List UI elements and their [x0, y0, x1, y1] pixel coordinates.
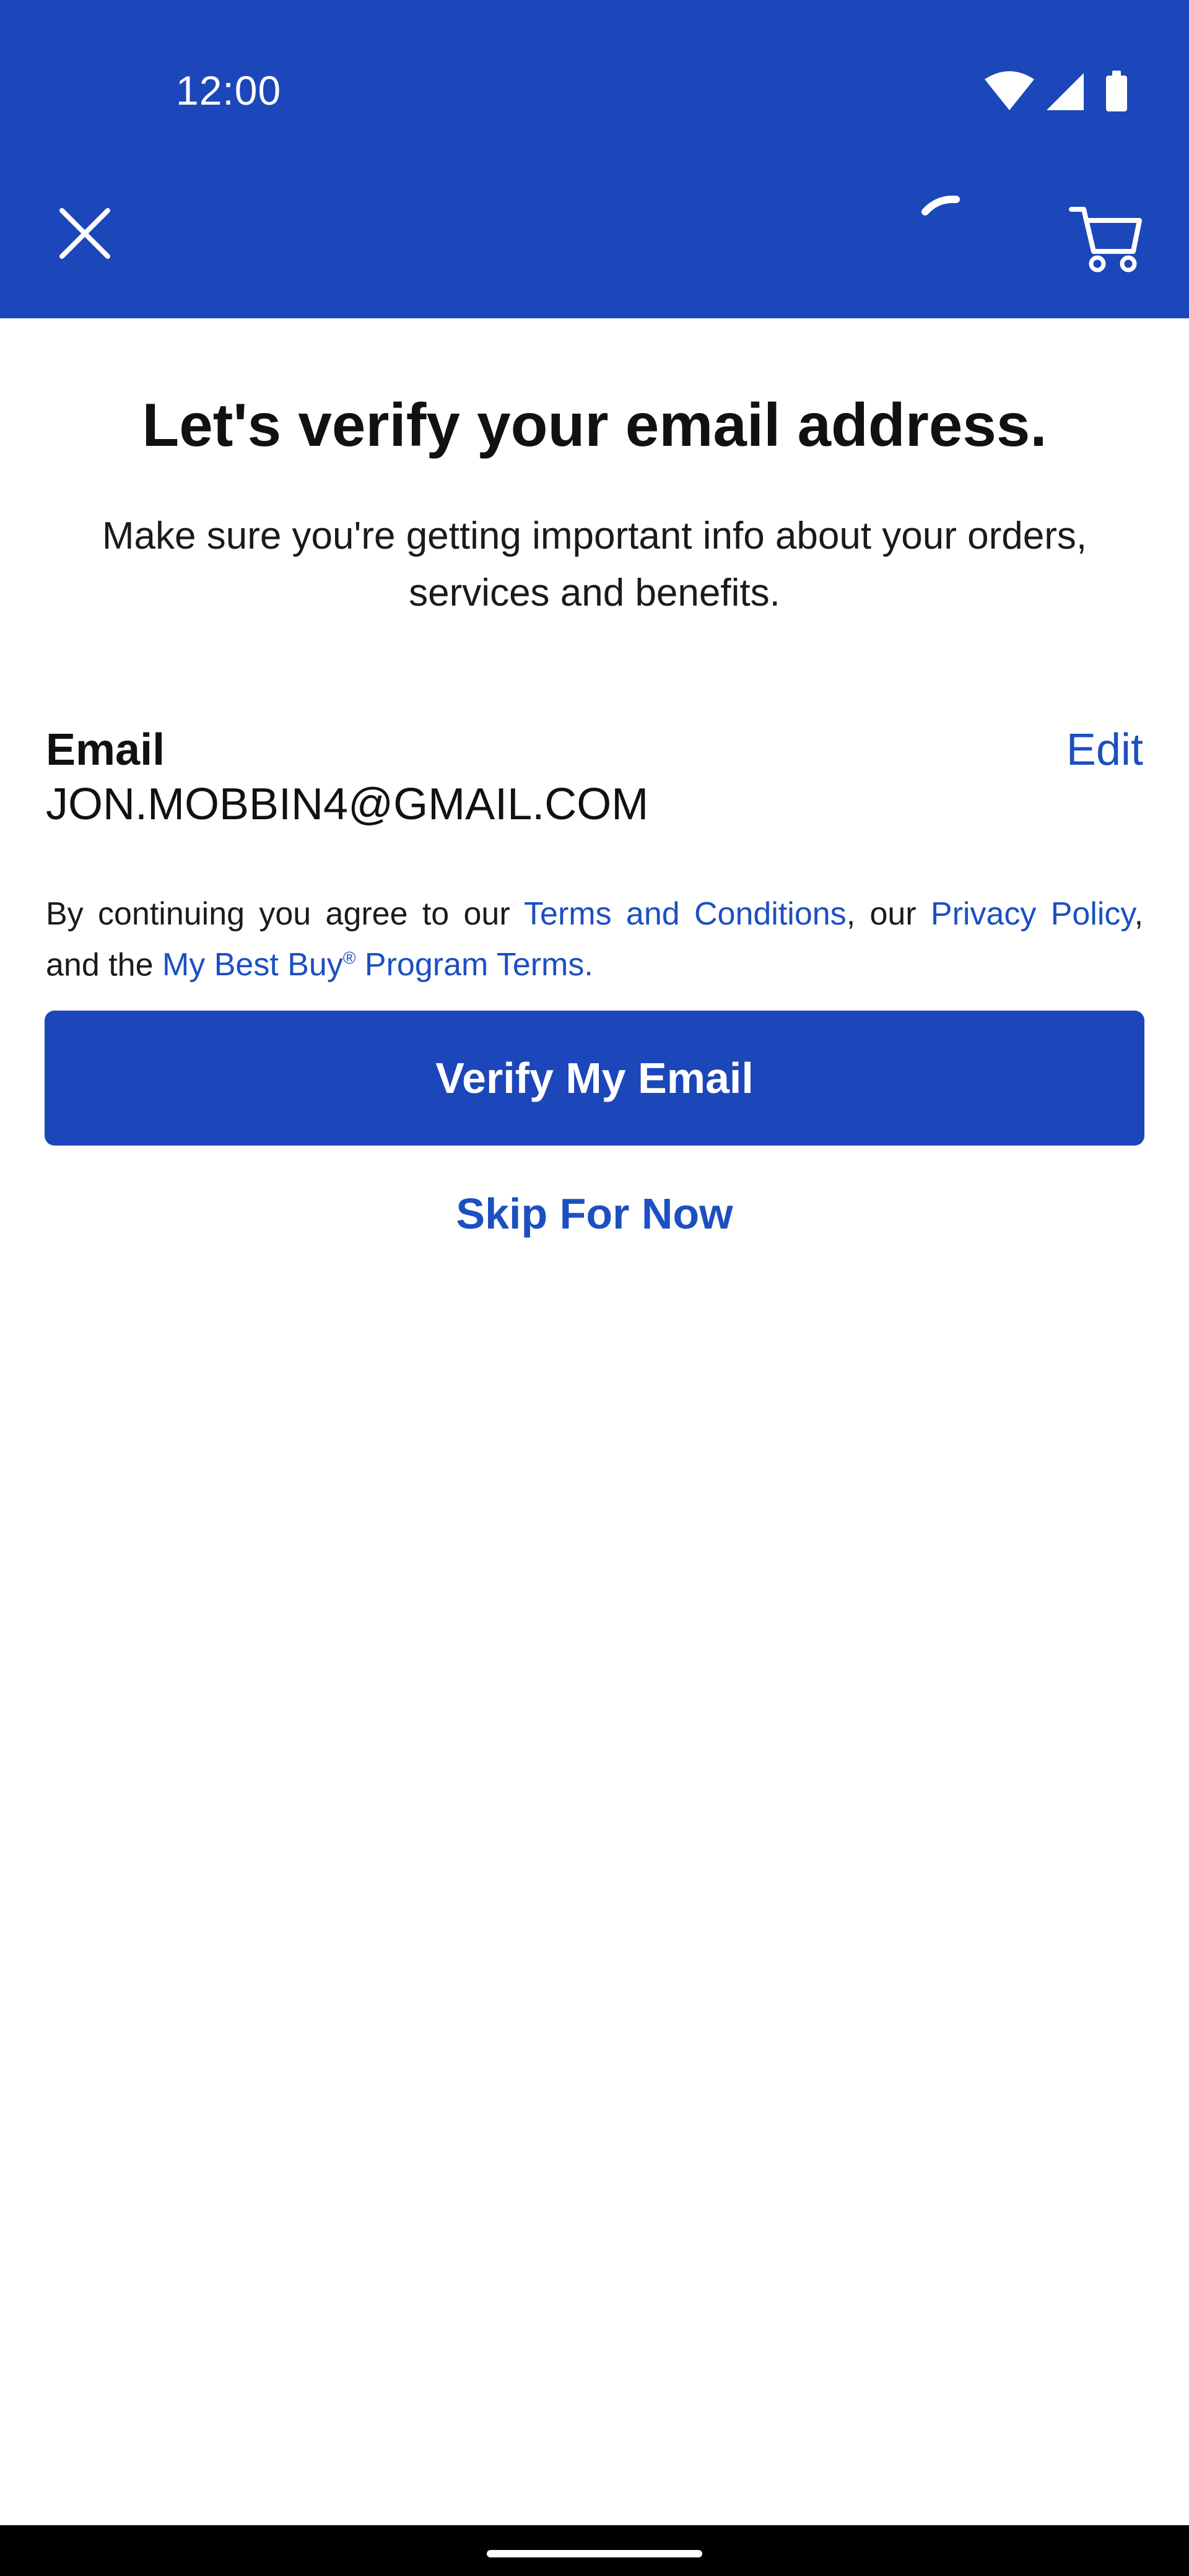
- page-subtitle: Make sure you're getting important info …: [102, 515, 1087, 614]
- signal-icon: [1047, 73, 1084, 110]
- skip-for-now-button[interactable]: Skip For Now: [0, 1189, 1189, 1251]
- loading-spinner-icon: [921, 195, 960, 215]
- email-value: JON.MOBBIN4@GMAIL.COM: [46, 780, 649, 829]
- legal-prefix: By continuing you agree to our: [46, 896, 525, 932]
- verify-email-button[interactable]: Verify My Email: [45, 1011, 1144, 1146]
- page-title: Let's verify your email address.: [142, 391, 1047, 459]
- battery-icon: [1106, 71, 1127, 111]
- program-link-suffix: Program Terms.: [355, 947, 593, 983]
- program-terms-link[interactable]: My Best Buy® Program Terms.: [162, 947, 593, 983]
- program-link-prefix: My Best Buy: [162, 947, 343, 983]
- registered-mark: ®: [342, 949, 356, 968]
- status-icons: [985, 71, 1127, 111]
- edit-email-link[interactable]: Edit: [1066, 724, 1143, 775]
- app-header: 12:00: [0, 0, 1189, 318]
- cart-icon[interactable]: [1060, 192, 1147, 279]
- privacy-link[interactable]: Privacy Policy: [931, 896, 1135, 932]
- close-icon[interactable]: [45, 193, 125, 274]
- status-time: 12:00: [176, 67, 282, 113]
- terms-link[interactable]: Terms and Conditions: [524, 896, 847, 932]
- wifi-icon: [985, 71, 1034, 110]
- legal-text: By continuing you agree to our Terms and…: [46, 892, 1143, 987]
- email-label: Email: [46, 725, 165, 775]
- legal-middle: , our: [846, 896, 931, 932]
- home-handle[interactable]: [487, 2550, 702, 2557]
